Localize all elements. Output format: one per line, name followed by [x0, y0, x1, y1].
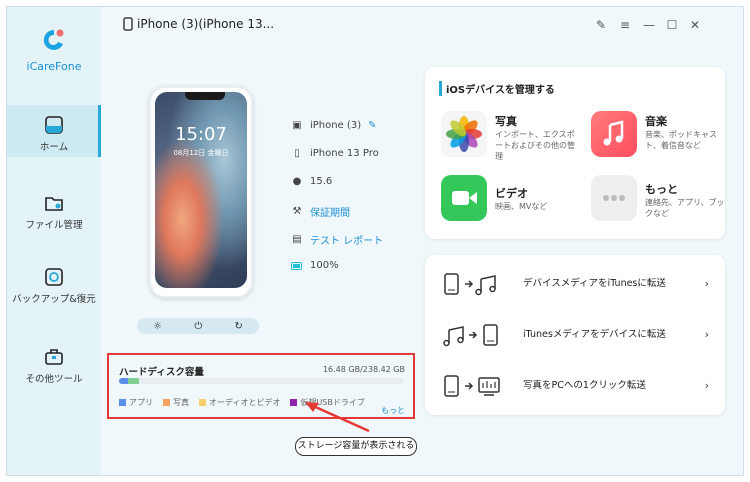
- transfer-device-to-itunes[interactable]: デバイスメディアをiTunesに転送 ›: [425, 259, 721, 309]
- legend-audio-video: オーディオとビデオ: [199, 397, 280, 408]
- app-window: iCareFone ホーム ファイル管理 バックアップ&復元 その他ツール iP…: [6, 6, 744, 476]
- phone-icon: [123, 17, 133, 31]
- transfer-photos-to-pc[interactable]: 写真をPCへの1クリック転送 ›: [425, 361, 721, 411]
- manage-device-card: iOSデバイスを管理する 写真 インポート、エクスポートおよびその他の管理 音楽…: [425, 67, 725, 239]
- chevron-right-icon: ›: [704, 379, 709, 392]
- device-title: iPhone (3)(iPhone 13...: [137, 17, 275, 31]
- tile-more-title: もっと: [645, 183, 678, 196]
- transfer-card: デバイスメディアをiTunesに転送 › iTunesメディアをデバイスに転送 …: [425, 255, 725, 415]
- more-icon: [591, 175, 637, 221]
- test-report-label: テスト レポート: [310, 236, 384, 247]
- apple-icon: ●: [292, 176, 302, 187]
- device-selector[interactable]: iPhone (3)(iPhone 13...: [123, 17, 274, 31]
- icarefone-logo: [43, 29, 64, 50]
- disk-usage-apps: [119, 378, 128, 384]
- disk-size: 16.48 GB/238.42 GB: [322, 365, 405, 374]
- tile-video-title: ビデオ: [495, 187, 528, 200]
- battery-level: 100%: [310, 260, 339, 271]
- power-icon[interactable]: ⏻: [194, 321, 202, 332]
- device-name-row: ▣ iPhone (3) ✎: [291, 120, 376, 131]
- transfer-itunes-to-device[interactable]: iTunesメディアをデバイスに転送 ›: [425, 310, 721, 360]
- tile-video-desc: 映画、MVなど: [495, 202, 548, 211]
- brightness-icon[interactable]: ☼: [153, 321, 162, 332]
- minimize-icon[interactable]: —: [641, 17, 657, 33]
- annotation-arrow: [305, 402, 370, 433]
- transfer-photos-to-pc-label: 写真をPCへの1クリック転送: [523, 380, 646, 391]
- battery-row: 100%: [291, 260, 339, 271]
- report-icon: ▤: [292, 234, 302, 245]
- menu-icon[interactable]: ≡: [617, 17, 633, 33]
- nav-file-management[interactable]: ファイル管理: [7, 183, 101, 235]
- nav-home[interactable]: ホーム: [7, 105, 101, 157]
- refresh-icon[interactable]: ↻: [234, 321, 242, 332]
- transfer-device-to-itunes-label: デバイスメディアをiTunesに転送: [523, 278, 666, 289]
- wrench-icon: ⚒: [292, 206, 302, 217]
- tile-music-desc: 音楽、ポッドキャスト、着信音など: [645, 130, 717, 150]
- disk-usage-other: [127, 378, 139, 384]
- disk-title: ハードディスク容量: [119, 367, 204, 378]
- main-content: iPhone (3)(iPhone 13... ✎ ≡ — ☐ ✕ 15:07 …: [101, 7, 743, 475]
- disk-usage-bar: [119, 378, 404, 384]
- warranty-link[interactable]: ⚒ 保証期間: [291, 204, 350, 219]
- video-icon: [441, 175, 487, 221]
- maximize-icon[interactable]: ☐: [664, 17, 680, 33]
- annotation-callout: ストレージ容量が表示される: [295, 437, 417, 456]
- tile-more-desc: 連絡先、アプリ、ブックなど: [645, 198, 725, 218]
- disk-more-link[interactable]: もっと: [381, 405, 405, 416]
- itunes-to-device-icon: [443, 324, 498, 347]
- device-name: iPhone (3): [310, 120, 362, 131]
- nav-other-tools-label: その他ツール: [25, 374, 83, 385]
- music-icon: [591, 111, 637, 157]
- test-report-link[interactable]: ▤ テスト レポート: [291, 232, 383, 247]
- folder-icon: [45, 197, 63, 211]
- home-icon: [45, 116, 63, 134]
- device-model: iPhone 13 Pro: [310, 148, 379, 159]
- feedback-icon[interactable]: ✎: [593, 17, 609, 33]
- ios-version-row: ● 15.6: [291, 176, 333, 187]
- chevron-right-icon: ›: [704, 277, 709, 290]
- nav-other-tools[interactable]: その他ツール: [7, 337, 101, 389]
- close-icon[interactable]: ✕: [687, 17, 703, 33]
- transfer-itunes-to-device-label: iTunesメディアをデバイスに転送: [523, 329, 666, 340]
- battery-icon: [291, 261, 302, 270]
- phone-time: 15:07: [175, 124, 227, 145]
- sidebar: iCareFone ホーム ファイル管理 バックアップ&復元 その他ツール: [7, 7, 101, 475]
- phone-date: 08月12日 金曜日: [173, 149, 229, 157]
- edit-name-icon[interactable]: ✎: [368, 120, 376, 131]
- photos-icon: [441, 111, 487, 157]
- legend-apps: アプリ: [119, 397, 153, 408]
- brand-name: iCareFone: [26, 60, 82, 73]
- phone-screen: 15:07 08月12日 金曜日: [155, 92, 247, 288]
- nav-home-label: ホーム: [39, 142, 69, 153]
- toolbox-icon: [45, 349, 63, 365]
- nav-backup-restore-label: バックアップ&復元: [12, 294, 96, 305]
- legend-photos: 写真: [163, 397, 189, 408]
- tile-photos-title: 写真: [495, 115, 517, 128]
- warranty-label: 保証期間: [310, 208, 350, 219]
- device-to-itunes-icon: [444, 273, 496, 296]
- phone-controls: ☼ ⏻ ↻: [137, 318, 259, 334]
- nav-file-management-label: ファイル管理: [25, 220, 83, 231]
- photos-to-pc-icon: [444, 375, 500, 397]
- manage-title: iOSデバイスを管理する: [439, 81, 555, 96]
- phone-model-icon: ▯: [294, 148, 300, 159]
- chevron-right-icon: ›: [704, 328, 709, 341]
- phone-preview: 15:07 08月12日 金曜日: [149, 86, 253, 298]
- nav-backup-restore[interactable]: バックアップ&復元: [7, 257, 101, 309]
- device-model-row: ▯ iPhone 13 Pro: [291, 148, 379, 159]
- ios-version: 15.6: [310, 176, 333, 187]
- device-id-icon: ▣: [292, 120, 302, 131]
- tile-music-title: 音楽: [645, 115, 667, 128]
- backup-icon: [45, 268, 63, 286]
- tile-photos-desc: インポート、エクスポートおよびその他の管理: [495, 130, 575, 161]
